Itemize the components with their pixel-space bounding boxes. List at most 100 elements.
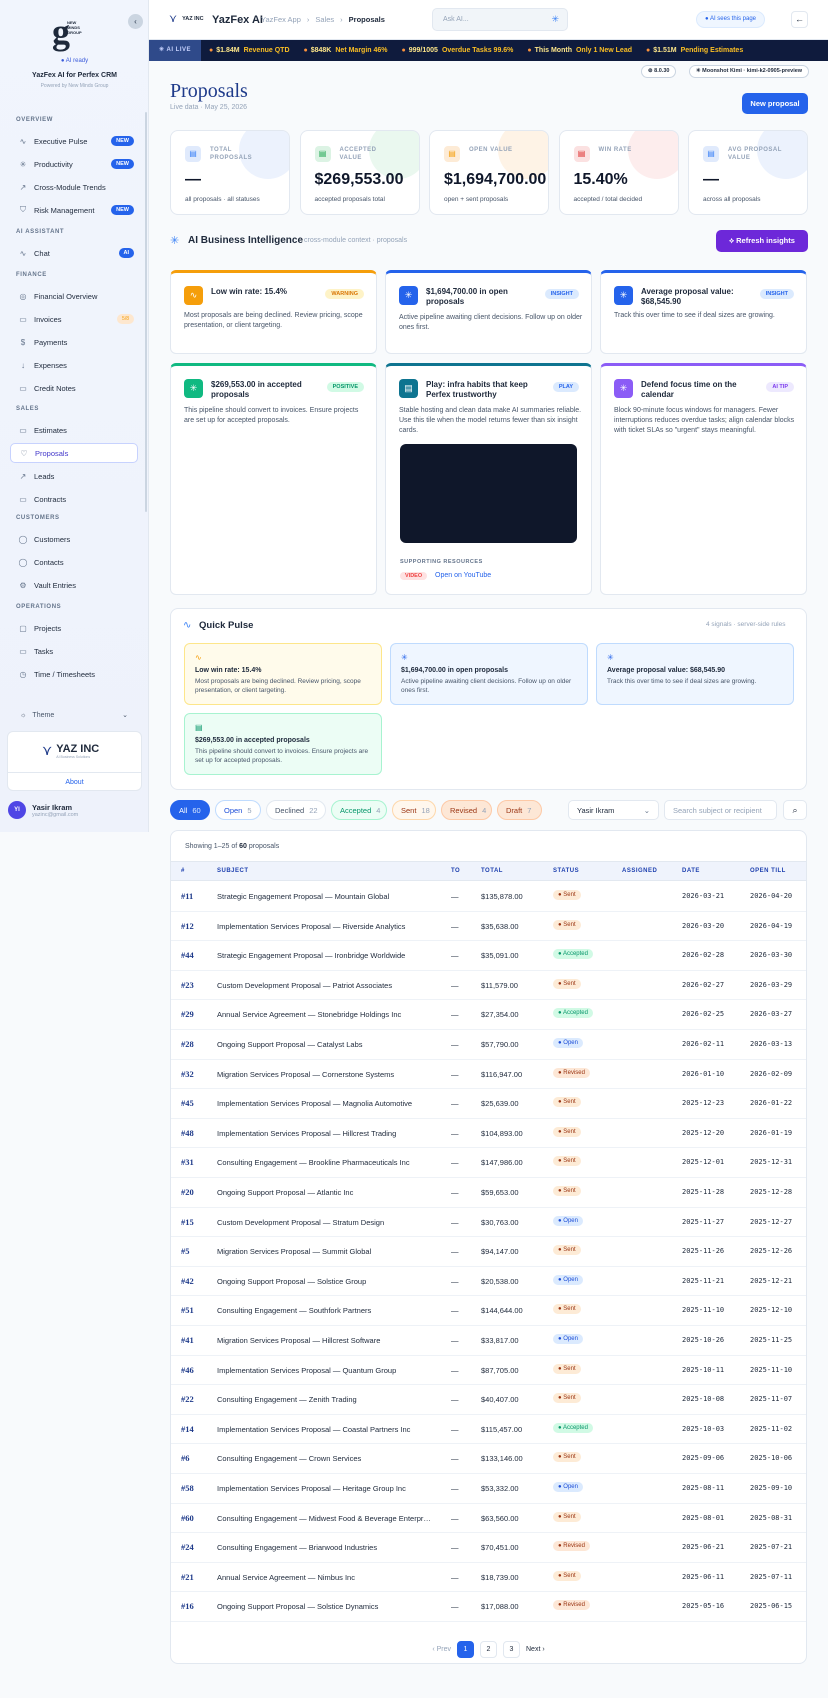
col-subject[interactable]: SUBJECT xyxy=(217,868,249,874)
filter-accepted[interactable]: Accepted 4 xyxy=(331,800,387,820)
refresh-insights-button[interactable]: ⟡ Refresh insights xyxy=(716,230,808,252)
table-row[interactable]: #45 Implementation Services Proposal — Ma… xyxy=(171,1089,806,1119)
sidebar-item-time-timesheets[interactable]: ◷ Time / Timesheets xyxy=(10,664,138,684)
sidebar-item-financial-overview[interactable]: ◎ Financial Overview xyxy=(10,286,138,306)
sidebar-item-chat[interactable]: ∿ Chat AI xyxy=(10,243,138,263)
pulse-card[interactable]: ▤ $269,553.00 in accepted proposals This p… xyxy=(184,713,382,775)
table-row[interactable]: #22 Consulting Engagement — Zenith Tradin… xyxy=(171,1385,806,1415)
pulse-card[interactable]: ✳ $1,694,700.00 in open proposals Active p… xyxy=(390,643,588,705)
page-2-button[interactable]: 2 xyxy=(480,1641,497,1658)
table-row[interactable]: #21 Annual Service Agreement — Nimbus Inc… xyxy=(171,1563,806,1593)
crumb-sales[interactable]: Sales xyxy=(315,15,334,24)
youtube-link[interactable]: Open on YouTube xyxy=(435,572,491,579)
col-date[interactable]: DATE xyxy=(682,868,700,874)
theme-toggle[interactable]: ☼ Theme ⌄ xyxy=(10,706,138,724)
prev-page-button[interactable]: ‹ Prev xyxy=(432,1646,451,1653)
filter-all[interactable]: All 60 xyxy=(170,800,210,820)
sidebar-item-tasks[interactable]: ▭ Tasks xyxy=(10,641,138,661)
table-row[interactable]: #16 Ongoing Support Proposal — Solstice D… xyxy=(171,1592,806,1622)
table-row[interactable]: #6 Consulting Engagement — Crown Services… xyxy=(171,1444,806,1474)
table-row[interactable]: #5 Migration Services Proposal — Summit G… xyxy=(171,1237,806,1267)
owner-select[interactable]: Yasir Ikram ⌄ xyxy=(568,800,659,820)
table-row[interactable]: #42 Ongoing Support Proposal — Solstice G… xyxy=(171,1267,806,1297)
insight-tag: INSIGHT xyxy=(544,289,579,299)
table-row[interactable]: #32 Migration Services Proposal — Corners… xyxy=(171,1060,806,1090)
page-1-button[interactable]: 1 xyxy=(457,1641,474,1658)
video-embed[interactable] xyxy=(400,444,577,543)
kpi-value: — xyxy=(703,171,719,188)
sidebar-item-payments[interactable]: $ Payments xyxy=(10,332,138,352)
user-profile[interactable]: YI Yasir Ikram yazinc@gmail.com xyxy=(8,801,78,819)
sidebar-item-invoices[interactable]: ▭ Invoices 5/8 xyxy=(10,309,138,329)
insight-card[interactable]: ✳ Average proposal value: $68,545.90 INSIG… xyxy=(600,270,807,354)
filter-draft[interactable]: Draft 7 xyxy=(497,800,542,820)
sidebar-scrollbar[interactable] xyxy=(145,112,147,512)
sidebar-item-expenses[interactable]: ↓ Expenses xyxy=(10,355,138,375)
insight-card[interactable]: ✳ $1,694,700.00 in open proposals INSIGHT A… xyxy=(385,270,592,354)
new-proposal-button[interactable]: New proposal xyxy=(742,93,808,114)
collapse-sidebar-button[interactable]: ‹ xyxy=(128,14,143,29)
filter-revised[interactable]: Revised 4 xyxy=(441,800,492,820)
sidebar-item-projects[interactable]: ▢ Projects xyxy=(10,618,138,638)
table-row[interactable]: #60 Consulting Engagement — Midwest Food … xyxy=(171,1504,806,1534)
sidebar-item-customers[interactable]: ◯ Customers xyxy=(10,529,138,549)
crumb-app[interactable]: YazFex App xyxy=(261,15,301,24)
table-row[interactable]: #14 Implementation Services Proposal — Co… xyxy=(171,1415,806,1445)
col-num[interactable]: # xyxy=(181,868,185,874)
exit-button[interactable]: ← xyxy=(791,11,808,28)
about-link[interactable]: About xyxy=(8,772,141,786)
ai-sees-page-badge[interactable]: ● AI sees this page xyxy=(696,11,765,28)
table-row[interactable]: #58 Implementation Services Proposal — He… xyxy=(171,1474,806,1504)
sidebar-item-cross-module-trends[interactable]: ↗ Cross-Module Trends xyxy=(10,177,138,197)
sidebar-item-executive-pulse[interactable]: ∿ Executive Pulse NEW xyxy=(10,131,138,151)
doc-icon: ▭ xyxy=(19,646,27,656)
ask-ai-search[interactable]: Ask AI... ✳ xyxy=(432,8,568,31)
col-total[interactable]: TOTAL xyxy=(481,868,503,874)
sidebar-item-proposals[interactable]: ♡ Proposals xyxy=(10,443,138,463)
company-logo: ⋎ YAZ INC AI Business Solutions xyxy=(42,742,100,759)
bird-icon: ⋎ xyxy=(169,13,178,25)
table-row[interactable]: #44 Strategic Engagement Proposal — Ironb… xyxy=(171,941,806,971)
col-to[interactable]: TO xyxy=(451,868,460,874)
sidebar-item-leads[interactable]: ↗ Leads xyxy=(10,466,138,486)
crumb-current: Proposals xyxy=(348,15,385,24)
sidebar-item-contacts[interactable]: ◯ Contacts xyxy=(10,552,138,572)
table-row[interactable]: #29 Annual Service Agreement — Stonebridg… xyxy=(171,1000,806,1030)
arrow-left-icon: ← xyxy=(795,14,804,24)
pulse-card[interactable]: ✳ Average proposal value: $68,545.90 Track… xyxy=(596,643,794,705)
sidebar-item-risk-management[interactable]: ⛉ Risk Management NEW xyxy=(10,200,138,220)
insight-card[interactable]: ✳ Defend focus time on the calendar AI TIP… xyxy=(600,363,807,595)
next-page-button[interactable]: Next › xyxy=(526,1646,545,1653)
table-row[interactable]: #51 Consulting Engagement — Southfork Par… xyxy=(171,1296,806,1326)
sparkle-icon: ✳ xyxy=(170,235,180,247)
table-row[interactable]: #41 Migration Services Proposal — Hillcre… xyxy=(171,1326,806,1356)
table-row[interactable]: #20 Ongoing Support Proposal — Atlantic I… xyxy=(171,1178,806,1208)
table-row[interactable]: #28 Ongoing Support Proposal — Catalyst L… xyxy=(171,1030,806,1060)
sidebar-item-vault-entries[interactable]: ⚙ Vault Entries xyxy=(10,575,138,595)
table-row[interactable]: #24 Consulting Engagement — Briarwood Ind… xyxy=(171,1533,806,1563)
table-row[interactable]: #12 Implementation Services Proposal — Ri… xyxy=(171,912,806,942)
page-3-button[interactable]: 3 xyxy=(503,1641,520,1658)
sidebar-item-estimates[interactable]: ▭ Estimates xyxy=(10,420,138,440)
col-status[interactable]: STATUS xyxy=(553,868,579,874)
insight-desc: Track this over time to see if deal size… xyxy=(614,312,775,319)
col-assigned[interactable]: ASSIGNED xyxy=(622,868,657,874)
col-open-till[interactable]: OPEN TILL xyxy=(750,868,786,874)
table-row[interactable]: #23 Custom Development Proposal — Patriot… xyxy=(171,971,806,1001)
table-row[interactable]: #15 Custom Development Proposal — Stratum… xyxy=(171,1208,806,1238)
insight-card[interactable]: ✳ $269,553.00 in accepted proposals POSITI… xyxy=(170,363,377,595)
table-row[interactable]: #48 Implementation Services Proposal — Hi… xyxy=(171,1119,806,1149)
sidebar-item-productivity[interactable]: ✳ Productivity NEW xyxy=(10,154,138,174)
filter-sent[interactable]: Sent 18 xyxy=(392,800,436,820)
sidebar-item-contracts[interactable]: ▭ Contracts xyxy=(10,489,138,509)
pulse-card[interactable]: ∿ Low win rate: 15.4% Most proposals are b… xyxy=(184,643,382,705)
table-row[interactable]: #31 Consulting Engagement — Brookline Pha… xyxy=(171,1148,806,1178)
filter-open[interactable]: Open 5 xyxy=(215,800,261,820)
filter-declined[interactable]: Declined 22 xyxy=(266,800,326,820)
search-button[interactable]: ⌕ xyxy=(783,800,807,820)
table-row[interactable]: #11 Strategic Engagement Proposal — Mount… xyxy=(171,882,806,912)
table-row[interactable]: #46 Implementation Services Proposal — Qu… xyxy=(171,1356,806,1386)
table-search-input[interactable]: Search subject or recipient xyxy=(664,800,777,820)
sidebar-item-credit-notes[interactable]: ▭ Credit Notes xyxy=(10,378,138,398)
insight-card[interactable]: ∿ Low win rate: 15.4% WARNING Most proposal… xyxy=(170,270,377,354)
